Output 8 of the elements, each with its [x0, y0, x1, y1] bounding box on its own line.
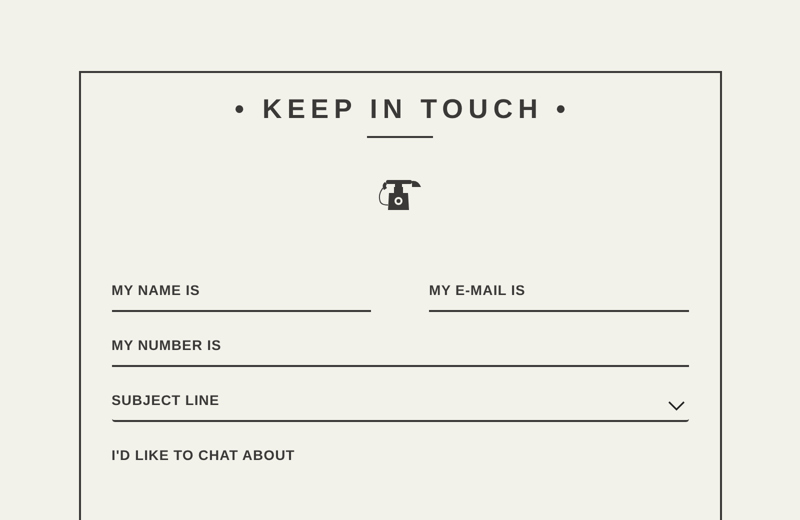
form-title: • KEEP IN TOUCH •	[234, 93, 571, 126]
input-field[interactable]: MY NAME IS	[112, 278, 371, 312]
subject-dropdown[interactable]: SUBJECT LINE	[112, 388, 688, 422]
telephone-icon	[378, 178, 422, 212]
chevron-down-icon	[668, 401, 684, 411]
input-field[interactable]: MY E-MAIL IS	[429, 278, 688, 312]
input-field[interactable]: MY NUMBER IS	[112, 333, 688, 367]
message-field[interactable]: I'D LIKE TO CHAT ABOUT	[112, 443, 688, 520]
